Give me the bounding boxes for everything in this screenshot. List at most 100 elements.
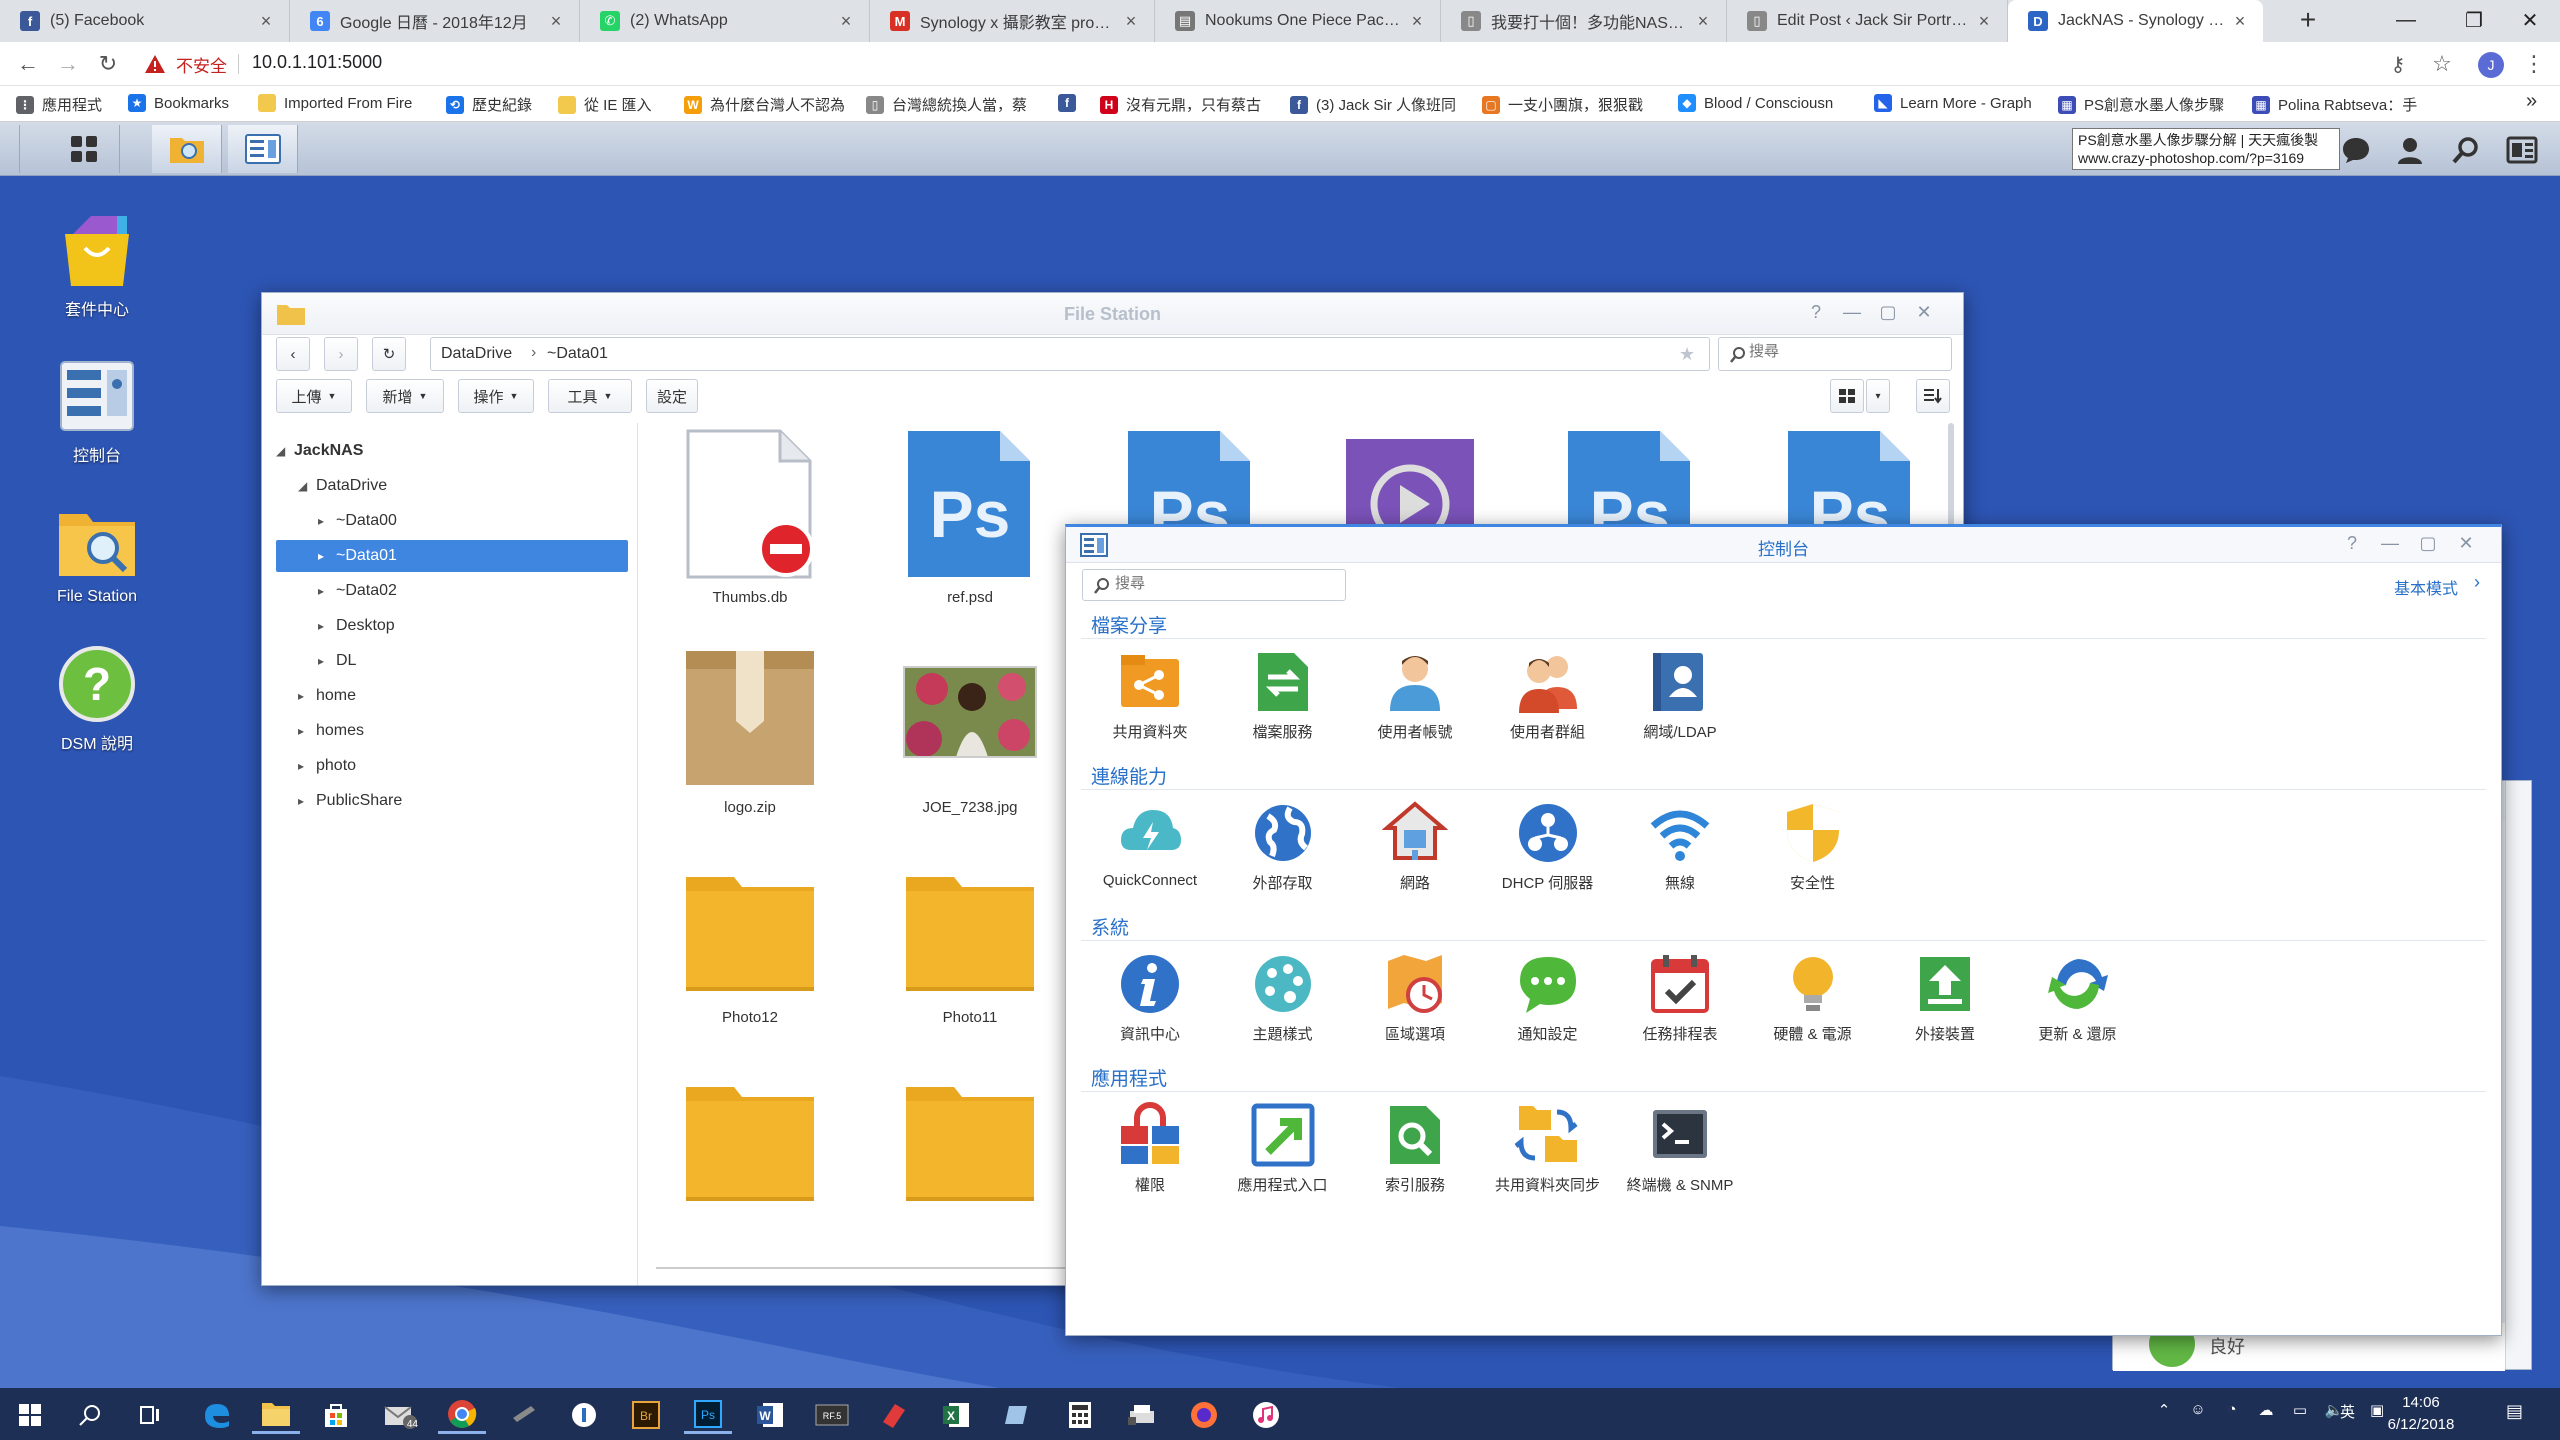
bookmark-item[interactable]: ▯ 台灣總統換人當，蔡 — [866, 94, 1027, 115]
back-button[interactable]: ‹ — [276, 337, 310, 371]
browser-tab[interactable]: D JackNAS - Synology DiskStat × — [2008, 0, 2263, 42]
bookmark-item[interactable]: W 為什麼台灣人不認為 — [684, 94, 845, 115]
control-panel-search[interactable] — [1082, 569, 1346, 601]
url-field[interactable]: 10.0.1.101:5000 — [252, 52, 382, 73]
close-tab-icon[interactable]: × — [1122, 11, 1140, 32]
bookmark-item[interactable]: ◣ Learn More - Graph — [1874, 94, 2032, 112]
mail-icon[interactable]: 44 — [376, 1396, 424, 1434]
printer-icon[interactable] — [1118, 1396, 1166, 1434]
new-tab-icon[interactable]: + — [2290, 5, 2326, 37]
key-icon[interactable]: ⚷ — [2382, 48, 2414, 80]
tree-item[interactable]: ▸ ~Data01 — [276, 540, 628, 572]
control-panel-item[interactable]: 安全性 — [1753, 800, 1873, 893]
help-icon[interactable]: ? — [2338, 533, 2366, 554]
widgets-icon[interactable] — [2504, 132, 2540, 168]
tree-item[interactable]: ▸ photo — [262, 750, 632, 782]
control-panel-item[interactable]: 資訊中心 — [1090, 951, 1210, 1044]
control-panel-item[interactable]: 無線 — [1620, 800, 1740, 893]
view-mode-button[interactable] — [1830, 379, 1864, 413]
main-menu-button[interactable] — [48, 125, 120, 173]
chevron-down-icon[interactable]: ◢ — [298, 470, 316, 502]
calculator-icon[interactable] — [1056, 1396, 1104, 1434]
bridge-icon[interactable]: Br — [622, 1396, 670, 1434]
control-panel-item[interactable]: 網路 — [1355, 800, 1475, 893]
menu-icon[interactable]: ⋮ — [2518, 48, 2550, 80]
control-panel-item[interactable]: 更新 & 還原 — [2018, 951, 2138, 1044]
favorite-star-icon[interactable]: ★ — [1679, 344, 1695, 365]
desktop-file-station[interactable]: File Station — [37, 500, 157, 606]
back-icon[interactable]: ← — [12, 48, 44, 80]
chevron-down-icon[interactable]: ◢ — [276, 435, 294, 467]
chrome-icon[interactable] — [438, 1396, 486, 1434]
people-icon[interactable]: ☺ — [2186, 1401, 2210, 1418]
browser-tab[interactable]: f (5) Facebook × — [0, 0, 290, 42]
action-center-icon[interactable]: ▤ — [2506, 1401, 2523, 1422]
control-panel-item[interactable]: DHCP 伺服器 — [1488, 800, 1608, 893]
tree-item[interactable]: ▸ PublicShare — [262, 785, 632, 817]
refresh-button[interactable]: ↻ — [372, 337, 406, 371]
tool-icon[interactable] — [500, 1396, 548, 1434]
chevron-right-icon[interactable]: ▸ — [318, 505, 336, 537]
tree-item[interactable]: ▸ Desktop — [262, 610, 632, 642]
toolbar-button[interactable]: 設定 — [646, 379, 698, 413]
control-panel-item[interactable]: 區域選項 — [1355, 951, 1475, 1044]
control-panel-item[interactable]: 主題樣式 — [1223, 951, 1343, 1044]
desktop-dsm-help[interactable]: ? DSM 說明 — [37, 642, 157, 754]
control-panel-item[interactable]: 任務排程表 — [1620, 951, 1740, 1044]
file-item[interactable]: Ps ref.psd — [880, 429, 1060, 606]
bookmark-item[interactable]: ▢ 一支小團旗，狠狠戳 — [1482, 94, 1643, 115]
taskbar-control-panel[interactable] — [228, 125, 298, 173]
user-menu-icon[interactable] — [2392, 132, 2428, 168]
chevron-right-icon[interactable]: ▸ — [298, 750, 316, 782]
tree-item[interactable]: ▸ ~Data00 — [262, 505, 632, 537]
tree-item[interactable]: ▸ home — [262, 680, 632, 712]
browser-tab[interactable]: ▯ 我要打十個！多功能NAS – Sy × — [1441, 0, 1727, 42]
close-tab-icon[interactable]: × — [547, 11, 565, 32]
path-segment[interactable]: DataDrive — [441, 345, 512, 363]
control-panel-item[interactable]: 共用資料夾同步 — [1488, 1102, 1608, 1195]
app-red-icon[interactable] — [870, 1396, 918, 1434]
tree-item[interactable]: ▸ homes — [262, 715, 632, 747]
browser-tab[interactable]: ✆ (2) WhatsApp × — [580, 0, 870, 42]
bookmark-item[interactable]: ⟲ 歷史紀錄 — [446, 94, 532, 115]
excel-icon[interactable]: X — [932, 1396, 980, 1434]
bookmark-item[interactable]: H 沒有元鼎，只有蔡古 — [1100, 94, 1261, 115]
bookmark-item[interactable]: 從 IE 匯入 — [558, 94, 652, 115]
bookmark-item[interactable]: ▦ Polina Rabtseva：手 — [2252, 94, 2417, 115]
bookmark-item[interactable]: f (3) Jack Sir 人像班同 — [1290, 94, 1456, 115]
control-panel-item[interactable]: 外部存取 — [1223, 800, 1343, 893]
control-panel-item[interactable]: 硬體 & 電源 — [1753, 951, 1873, 1044]
chevron-right-icon[interactable]: ▸ — [318, 645, 336, 677]
file-item[interactable] — [660, 1059, 840, 1219]
chevron-right-icon[interactable]: ▸ — [318, 540, 336, 572]
maximize-icon[interactable]: ▢ — [2414, 533, 2442, 554]
vertical-scrollbar[interactable] — [1948, 423, 1954, 533]
control-panel-item[interactable]: 通知設定 — [1488, 951, 1608, 1044]
control-panel-item[interactable]: 權限 — [1090, 1102, 1210, 1195]
tree-item[interactable]: ▸ ~Data02 — [262, 575, 632, 607]
word-icon[interactable]: W — [746, 1396, 794, 1434]
forward-icon[interactable]: → — [52, 48, 84, 80]
chevron-right-icon[interactable]: ▸ — [298, 785, 316, 817]
tree-item[interactable]: ◢ JackNAS — [262, 435, 632, 467]
forward-button[interactable]: › — [324, 337, 358, 371]
minimize-icon[interactable]: — — [1838, 302, 1866, 323]
photoshop-icon[interactable]: Ps — [684, 1396, 732, 1434]
app-blue-icon[interactable] — [994, 1396, 1042, 1434]
search-icon[interactable] — [2448, 132, 2484, 168]
bookmark-item[interactable]: ◆ Blood / Consciousn — [1678, 94, 1833, 112]
clock[interactable]: 14:06 6/12/2018 — [2376, 1392, 2466, 1436]
control-panel-item[interactable]: 共用資料夾 — [1090, 649, 1210, 742]
close-icon[interactable]: ✕ — [2452, 533, 2480, 554]
edge-icon[interactable] — [192, 1396, 240, 1434]
path-bar[interactable]: DataDrive › ~Data01 ★ — [430, 337, 1710, 371]
notification-chat-icon[interactable] — [2338, 132, 2374, 168]
close-tab-icon[interactable]: × — [2231, 11, 2249, 32]
close-tab-icon[interactable]: × — [1694, 11, 1712, 32]
basic-mode-link[interactable]: 基本模式 — [2394, 575, 2458, 599]
ime-indicator[interactable]: 英 — [2340, 1401, 2355, 1422]
browser-tab[interactable]: ▤ Nookums One Piece Pacifier × — [1155, 0, 1441, 42]
file-item[interactable]: JOE_7238.jpg — [880, 639, 1060, 816]
toolbar-button[interactable]: 操作 ▼ — [458, 379, 534, 413]
tree-item[interactable]: ◢ DataDrive — [262, 470, 632, 502]
